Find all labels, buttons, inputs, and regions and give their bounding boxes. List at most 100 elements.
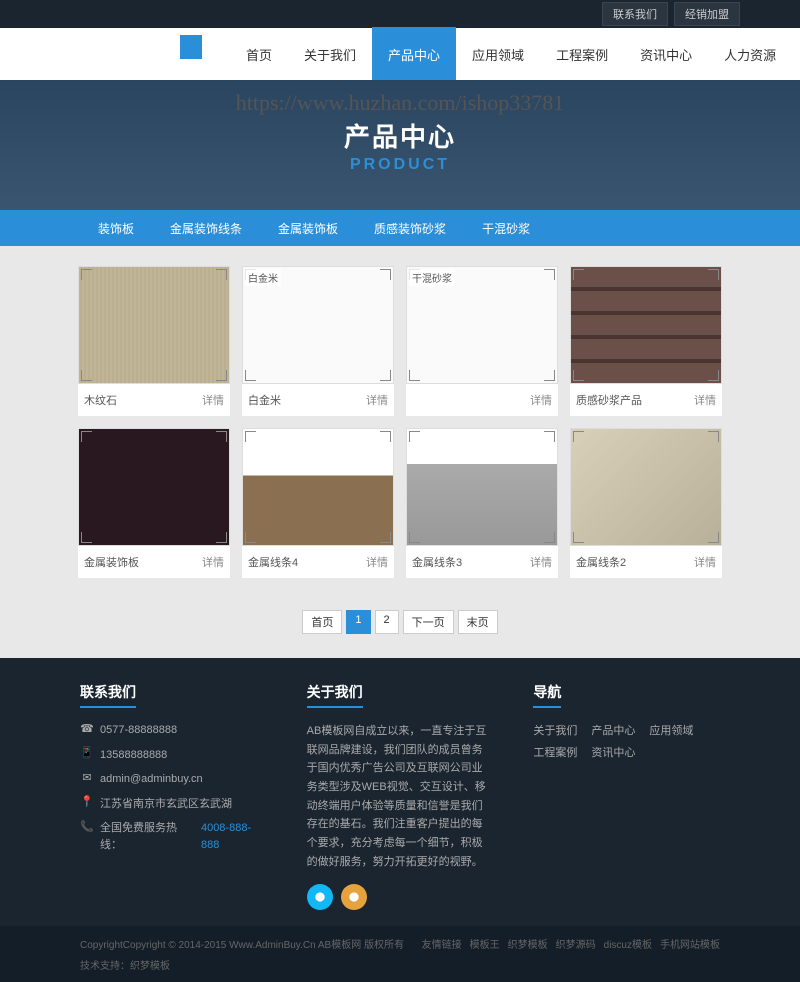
- product-image: [78, 428, 230, 546]
- category-item[interactable]: 装饰板: [80, 220, 152, 237]
- footer-nav-link[interactable]: 产品中心: [591, 722, 635, 738]
- detail-link[interactable]: 详情: [366, 392, 388, 408]
- footer-nav: 导航 关于我们 产品中心 应用领域 工程案例 资讯中心: [533, 682, 720, 910]
- nav-hr[interactable]: 人力资源: [708, 27, 792, 82]
- nav-cases[interactable]: 工程案例: [540, 27, 624, 82]
- product-name: 金属线条2: [576, 554, 626, 570]
- page-1[interactable]: 1: [346, 610, 370, 634]
- product-image: 白金米: [242, 266, 394, 384]
- copyright-bar: CopyrightCopyright © 2014-2015 Www.Admin…: [0, 926, 800, 982]
- footer-contact: 联系我们 ☎ 0577-88888888 📱 13588888888 ✉ admin@…: [80, 682, 267, 910]
- friend-link[interactable]: 手机网站模板: [660, 936, 720, 951]
- footer-nav-link[interactable]: 工程案例: [533, 744, 577, 760]
- watermark-text: https://www.huzhan.com/ishop33781: [0, 90, 800, 116]
- nav-applications[interactable]: 应用领域: [456, 27, 540, 82]
- contact-tel: 0577-88888888: [100, 722, 177, 739]
- product-card[interactable]: 干混砂浆 详情: [406, 266, 558, 416]
- product-name: 金属线条4: [248, 554, 298, 570]
- product-card[interactable]: 金属线条4 详情: [242, 428, 394, 578]
- product-name: 白金米: [248, 392, 281, 408]
- nav-about[interactable]: 关于我们: [288, 27, 372, 82]
- qq-icon[interactable]: [307, 884, 333, 910]
- product-image: [570, 266, 722, 384]
- product-image: [78, 266, 230, 384]
- franchise-button[interactable]: 经销加盟: [674, 2, 740, 26]
- product-name: 金属装饰板: [84, 554, 139, 570]
- hotline-icon: 📞: [80, 820, 94, 834]
- product-image: 干混砂浆: [406, 266, 558, 384]
- product-image: [242, 428, 394, 546]
- product-name: 金属线条3: [412, 554, 462, 570]
- footer-about: 关于我们 AB模板网自成立以来，一直专注于互联网品牌建设，我们团队的成员曾务于国…: [307, 682, 494, 910]
- location-icon: 📍: [80, 796, 94, 810]
- product-card[interactable]: 木纹石 详情: [78, 266, 230, 416]
- page-2[interactable]: 2: [375, 610, 399, 634]
- image-label: 白金米: [245, 269, 281, 286]
- mobile-icon: 📱: [80, 747, 94, 761]
- contact-email: admin@adminbuy.cn: [100, 771, 203, 788]
- detail-link[interactable]: 详情: [366, 554, 388, 570]
- navbar: 首页 关于我们 产品中心 应用领域 工程案例 资讯中心 人力资源: [0, 28, 800, 80]
- logo[interactable]: [180, 35, 202, 59]
- hotline-label: 全国免费服务热线：: [100, 820, 195, 853]
- image-label: 干混砂浆: [409, 269, 455, 286]
- friend-link[interactable]: 模板王: [470, 936, 500, 951]
- contact-mobile: 13588888888: [100, 747, 167, 764]
- detail-link[interactable]: 详情: [530, 554, 552, 570]
- product-card[interactable]: 金属装饰板 详情: [78, 428, 230, 578]
- nav-home[interactable]: 首页: [230, 27, 288, 82]
- banner-subtitle: PRODUCT: [350, 156, 450, 174]
- pagination: 首页 1 2 下一页 末页: [0, 598, 800, 658]
- footer-about-text: AB模板网自成立以来，一直专注于互联网品牌建设，我们团队的成员曾务于国内优秀广告…: [307, 722, 494, 872]
- social-links: [307, 884, 494, 910]
- page-next[interactable]: 下一页: [403, 610, 454, 634]
- nav-news[interactable]: 资讯中心: [624, 27, 708, 82]
- product-name: 木纹石: [84, 392, 117, 408]
- hotline-number: 4008-888-888: [201, 820, 267, 853]
- category-item[interactable]: 金属装饰板: [260, 220, 356, 237]
- product-card[interactable]: 质感砂浆产品 详情: [570, 266, 722, 416]
- support-link[interactable]: 织梦模板: [130, 961, 170, 972]
- friend-link[interactable]: discuz模板: [604, 936, 652, 951]
- page-last[interactable]: 末页: [458, 610, 498, 634]
- detail-link[interactable]: 详情: [694, 554, 716, 570]
- friend-link[interactable]: 织梦源码: [556, 936, 596, 951]
- product-card[interactable]: 金属线条2 详情: [570, 428, 722, 578]
- footer-nav-title: 导航: [533, 682, 561, 708]
- detail-link[interactable]: 详情: [530, 392, 552, 408]
- friend-link[interactable]: 织梦模板: [508, 936, 548, 951]
- category-item[interactable]: 金属装饰线条: [152, 220, 260, 237]
- footer-nav-link[interactable]: 应用领域: [649, 722, 693, 738]
- footer-nav-link[interactable]: 关于我们: [533, 722, 577, 738]
- topbar: 联系我们 经销加盟: [0, 0, 800, 28]
- product-card[interactable]: 白金米 白金米详情: [242, 266, 394, 416]
- page-first[interactable]: 首页: [302, 610, 342, 634]
- nav-products[interactable]: 产品中心: [372, 27, 456, 82]
- weibo-icon[interactable]: [341, 884, 367, 910]
- product-card[interactable]: 金属线条3 详情: [406, 428, 558, 578]
- product-image: [570, 428, 722, 546]
- detail-link[interactable]: 详情: [694, 392, 716, 408]
- footer-nav-link[interactable]: 资讯中心: [591, 744, 635, 760]
- product-image: [406, 428, 558, 546]
- footer-about-title: 关于我们: [307, 682, 363, 708]
- category-bar: 装饰板 金属装饰线条 金属装饰板 质感装饰砂浆 干混砂浆: [0, 210, 800, 246]
- detail-link[interactable]: 详情: [202, 554, 224, 570]
- contact-us-button[interactable]: 联系我们: [602, 2, 668, 26]
- nav-menu: 首页 关于我们 产品中心 应用领域 工程案例 资讯中心 人力资源: [230, 27, 792, 82]
- footer: 联系我们 ☎ 0577-88888888 📱 13588888888 ✉ admin@…: [0, 658, 800, 926]
- category-item[interactable]: 干混砂浆: [464, 220, 548, 237]
- phone-icon: ☎: [80, 722, 94, 736]
- detail-link[interactable]: 详情: [202, 392, 224, 408]
- email-icon: ✉: [80, 771, 94, 785]
- product-grid: 木纹石详情 白金米 白金米详情 干混砂浆 详情 质感砂浆产品详情 金属装饰板详情…: [0, 246, 800, 598]
- product-name: 质感砂浆产品: [576, 392, 642, 408]
- friend-links: 友情链接 模板王 织梦模板 织梦源码 discuz模板 手机网站模板: [422, 936, 720, 951]
- copyright-text: CopyrightCopyright © 2014-2015 Www.Admin…: [80, 936, 404, 951]
- contact-address: 江苏省南京市玄武区玄武湖: [100, 796, 232, 813]
- support-label: 技术支持：: [80, 961, 130, 972]
- footer-contact-title: 联系我们: [80, 682, 136, 708]
- category-item[interactable]: 质感装饰砂浆: [356, 220, 464, 237]
- banner-title: 产品中心: [344, 117, 456, 154]
- friendlinks-label: 友情链接: [422, 936, 462, 951]
